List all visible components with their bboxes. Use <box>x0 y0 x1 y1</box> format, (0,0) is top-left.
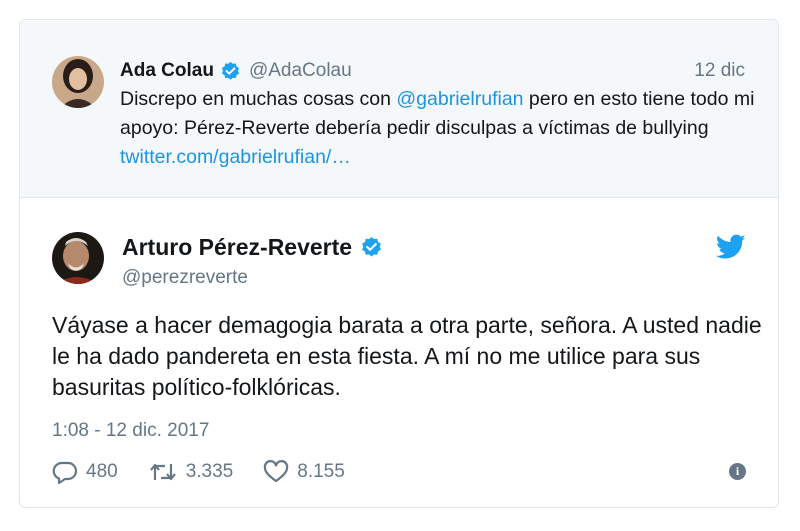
quoted-author-name[interactable]: Ada Colau <box>120 60 214 82</box>
tweet-card: Ada Colau @AdaColau 12 dic Discrepo en m… <box>19 19 779 508</box>
like-count: 8.155 <box>297 461 345 482</box>
retweet-icon <box>149 463 176 481</box>
info-icon[interactable]: i <box>729 463 746 480</box>
mention-link[interactable]: @gabrielrufian <box>396 88 523 110</box>
tweet-actions: 480 3.335 8.155 <box>52 456 375 488</box>
reply-count: 480 <box>86 461 118 482</box>
quoted-text-part: Discrepo en muchas cosas con <box>120 88 397 110</box>
retweet-button[interactable]: 3.335 <box>148 460 234 484</box>
quoted-tweet[interactable]: Ada Colau @AdaColau 12 dic Discrepo en m… <box>20 20 778 198</box>
main-tweet-text: Váyase a hacer demagogia barata a otra p… <box>52 312 762 400</box>
reply-icon <box>52 461 78 484</box>
quoted-author-row: Ada Colau @AdaColau <box>120 58 352 84</box>
verified-badge-icon <box>221 61 240 80</box>
reply-button[interactable]: 480 <box>52 460 118 484</box>
main-author-handle[interactable]: @perezreverte <box>122 267 248 289</box>
main-tweet-timestamp[interactable]: 1:08 - 12 dic. 2017 <box>52 420 209 442</box>
like-button[interactable]: 8.155 <box>263 460 345 484</box>
url-link[interactable]: twitter.com/gabrielrufian/… <box>120 146 351 168</box>
like-icon <box>264 460 289 483</box>
twitter-bird-icon[interactable] <box>716 234 746 260</box>
ada-colau-avatar[interactable] <box>52 56 104 108</box>
quoted-tweet-text: Discrepo en muchas cosas con @gabrielruf… <box>120 85 760 172</box>
main-author-name[interactable]: Arturo Pérez-Reverte <box>122 234 352 261</box>
verified-badge-icon <box>362 236 381 257</box>
retweet-count: 3.335 <box>185 461 234 482</box>
quoted-tweet-date[interactable]: 12 dic <box>694 60 745 82</box>
arturo-perez-reverte-avatar[interactable] <box>52 232 104 284</box>
quoted-author-handle[interactable]: @AdaColau <box>249 60 352 82</box>
main-author-name-row: Arturo Pérez-Reverte <box>122 234 383 261</box>
